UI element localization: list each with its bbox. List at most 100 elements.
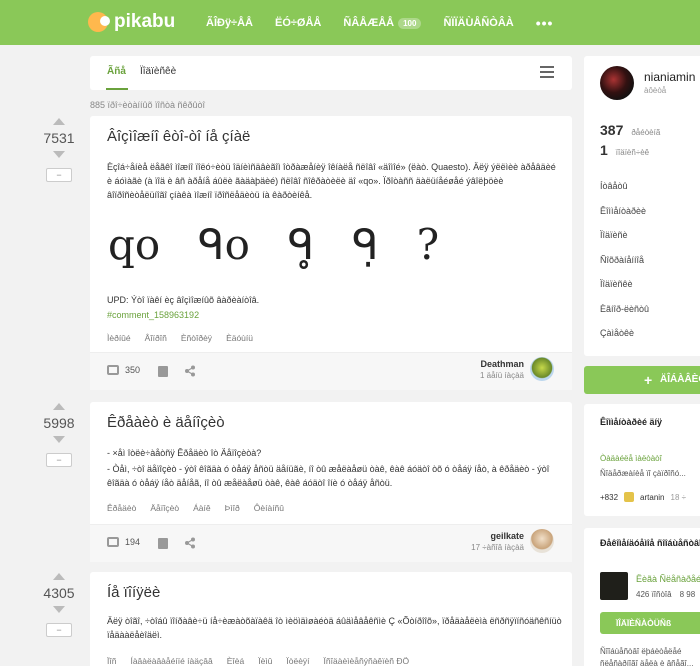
downvote-arrow-icon[interactable] bbox=[53, 151, 65, 158]
nav-hot[interactable]: ÃÎÐÿ÷ÅÅ bbox=[206, 17, 253, 29]
subscribers-value: 1 bbox=[600, 142, 608, 158]
tag[interactable]: Ìèðíûé bbox=[107, 333, 131, 343]
pikabu-logo[interactable]: pikabu bbox=[88, 11, 175, 33]
menu-item-notes[interactable]: Çàìåòêè bbox=[600, 328, 649, 353]
upvote-arrow-icon[interactable] bbox=[53, 403, 65, 410]
share-icon[interactable] bbox=[184, 365, 196, 377]
user-rating: 387 ðåéòèíã bbox=[600, 122, 660, 138]
add-post-button[interactable]: + ÄÎÁÀÂÈÒÜ bbox=[584, 366, 700, 394]
user-badge-icon bbox=[624, 492, 635, 502]
block-title: Ðåêîìåíäóåìîå ñîîáùåñòâî bbox=[600, 538, 700, 548]
post-text-line: - Òåì, ÷òî äåïîçèò - ýòî êîãäà ó òåáÿ åñ… bbox=[107, 464, 550, 488]
save-icon[interactable] bbox=[158, 538, 168, 549]
post-rating: 7531 bbox=[43, 130, 75, 146]
post-card: Êðåàèò è äåíîçèò - ×åì îòëè÷àåòñÿ Êðåäèò… bbox=[90, 402, 572, 562]
tag[interactable]: Êðåäèò bbox=[107, 503, 136, 513]
rating-value: 387 bbox=[600, 122, 624, 138]
comment-post-link[interactable]: Òàäàéëå ìàëòàòî bbox=[600, 454, 662, 463]
tag[interactable]: Þìîð bbox=[225, 503, 240, 513]
user-subscribers: 1 ïîäïèñ÷èê bbox=[600, 142, 649, 158]
plus-icon: + bbox=[644, 372, 653, 388]
comments-button[interactable]: 194 bbox=[107, 537, 140, 547]
tag[interactable]: Íàâàëàâàåéíïé íàäçââ bbox=[130, 656, 212, 666]
post-author[interactable]: geilkate 17 ÷àñîâ íàçàä bbox=[471, 531, 524, 552]
more-menu-icon[interactable]: ••• bbox=[536, 15, 554, 31]
author-name[interactable]: Deathman bbox=[480, 359, 524, 369]
post-title[interactable]: Âîçìîæíî êòî-òî íå çíàë bbox=[107, 128, 250, 145]
nav-best[interactable]: ËÓ÷ØÅÅ bbox=[275, 17, 321, 29]
save-icon[interactable] bbox=[158, 366, 168, 377]
comment-icon bbox=[107, 537, 119, 547]
author-avatar[interactable] bbox=[530, 357, 554, 381]
recommended-community: Ðåêîìåíäóåìîå ñîîáùåñòâî Ëèãà Ñëåñàðåé 4… bbox=[584, 528, 700, 666]
downvote-arrow-icon[interactable] bbox=[53, 436, 65, 443]
community-stats: 426 ïîñòîâ 8 98 bbox=[636, 590, 695, 599]
community-name[interactable]: Ëèãà Ñëåñàðåé bbox=[636, 574, 700, 584]
comments-count: 350 bbox=[125, 365, 141, 375]
post-tags: Ìèðíûé Âîïðîñ Èñòîðèÿ Èäóùíü bbox=[107, 333, 253, 343]
post-footer: 194 geilkate 17 ÷àñîâ íàçàä bbox=[90, 524, 572, 562]
tag[interactable]: Èäóùíü bbox=[226, 333, 253, 343]
hide-post-button[interactable]: − bbox=[46, 168, 72, 182]
tag[interactable]: Èîèá bbox=[227, 656, 245, 666]
tab-subscriptions[interactable]: Ïîäïèñêè bbox=[140, 66, 176, 77]
subscribers-label: ïîäïèñ÷èê bbox=[615, 148, 650, 157]
comment-author[interactable]: artanin bbox=[640, 493, 664, 502]
active-tab-indicator bbox=[106, 88, 128, 90]
post-tags: Ïîñ Íàâàëàâàåéíïé íàäçââ Èîèá Ïèìû Ïòëèÿ… bbox=[107, 656, 409, 666]
tag[interactable]: Ôèíàíñû bbox=[254, 503, 284, 513]
username[interactable]: nianiamin bbox=[644, 70, 695, 84]
tag[interactable]: Äåïîçèò bbox=[150, 503, 179, 513]
logo-icon bbox=[88, 12, 110, 32]
community-logo-icon[interactable] bbox=[600, 572, 628, 600]
menu-item-comments[interactable]: Êîììåíòàðèè bbox=[600, 206, 649, 231]
menu-item-saved[interactable]: Ñîõðàíåííîå bbox=[600, 255, 649, 280]
nav-communities[interactable]: ÑÏÏÄÙÅÑÒÂÀ bbox=[443, 17, 513, 29]
community-subscribers: 8 98 bbox=[679, 590, 696, 599]
downvote-arrow-icon[interactable] bbox=[53, 606, 65, 613]
post-text-line: - ×åì îòëè÷àåòñÿ Êðåäèò îò Äåïîçèòà? bbox=[107, 448, 262, 458]
menu-item-ignore-list[interactable]: Èãíîð-ëèñòû bbox=[600, 304, 649, 329]
top-navigation-bar: pikabu ÃÎÐÿ÷ÅÅ ËÓ÷ØÅÅ ÑÂÅÆÅÅ 100 ÑÏÏÄÙÅÑ… bbox=[0, 0, 700, 45]
post-update-note: UPD: Ýòî ïàêí èç âîçìîæíûõ âàðèàíòîâ. bbox=[107, 295, 260, 305]
tag[interactable]: Ïîñ bbox=[107, 656, 116, 666]
post-title[interactable]: Íå ïîíÿëè bbox=[107, 584, 160, 601]
comment-time: 18 ÷ bbox=[670, 492, 687, 502]
hide-post-button[interactable]: − bbox=[46, 623, 72, 637]
tag[interactable]: Ïèìû bbox=[258, 656, 272, 666]
block-title: Êîììåíòàðèé äíÿ bbox=[600, 417, 663, 427]
hidden-read-posts-note[interactable]: 885 ïðî÷èòàííûõ ïîñòà ñêðûòî bbox=[90, 100, 205, 110]
author-name[interactable]: geilkate bbox=[471, 531, 524, 541]
comment-icon bbox=[107, 365, 119, 375]
tag[interactable]: Áàíê bbox=[193, 503, 211, 513]
comments-button[interactable]: 350 bbox=[107, 365, 140, 375]
author-avatar[interactable] bbox=[530, 529, 554, 553]
tag[interactable]: Ïñîäàèìèåñýñàêïèñ ÐÖ bbox=[324, 656, 410, 666]
user-status: àôèòå bbox=[644, 86, 667, 95]
tag[interactable]: Ïòëèÿí bbox=[286, 656, 309, 666]
comment-meta: +832 artanin 18 ÷ bbox=[600, 492, 686, 502]
comment-link[interactable]: #comment_158963192 bbox=[107, 308, 562, 322]
share-icon[interactable] bbox=[184, 537, 196, 549]
hide-post-button[interactable]: − bbox=[46, 453, 72, 467]
nav-fresh[interactable]: ÑÂÅÆÅÅ 100 bbox=[343, 17, 422, 29]
menu-item-subscriptions[interactable]: Ïîäïèñè bbox=[600, 230, 649, 255]
menu-item-following[interactable]: Ïîäïèñêè bbox=[600, 279, 649, 304]
tag[interactable]: Âîïðîñ bbox=[145, 333, 167, 343]
upvote-arrow-icon[interactable] bbox=[53, 118, 65, 125]
tag[interactable]: Èñòîðèÿ bbox=[181, 333, 212, 343]
post-author[interactable]: Deathman 1 äåíü íàçàä bbox=[480, 359, 524, 380]
filter-settings-icon[interactable] bbox=[540, 66, 554, 78]
glyph: qo bbox=[108, 220, 161, 269]
subscribe-button[interactable]: ÏÎÄÏÈÑÀÒÜÑß bbox=[600, 612, 700, 634]
post-title[interactable]: Êðåàèò è äåíîçèò bbox=[107, 414, 225, 431]
tab-all[interactable]: Ãñå bbox=[107, 66, 126, 77]
user-profile-panel: nianiamin àôèòå 387 ðåéòèíã 1 ïîäïèñ÷èê … bbox=[584, 56, 700, 356]
post-footer: 350 Deathman 1 äåíü íàçàä bbox=[90, 352, 572, 390]
comment-excerpt: Ñîäåðæàíèå ïî çàïðîñó... bbox=[600, 469, 686, 478]
community-description: Ñîîáùåñòâî ëþáèòåëåé ñëåñàðíîãî äåëà è â… bbox=[600, 647, 694, 666]
menu-item-answers[interactable]: Íòâåòû bbox=[600, 181, 649, 206]
upvote-arrow-icon[interactable] bbox=[53, 573, 65, 580]
user-avatar[interactable] bbox=[600, 66, 634, 100]
post-vote-panel: 7531 − bbox=[38, 118, 80, 182]
